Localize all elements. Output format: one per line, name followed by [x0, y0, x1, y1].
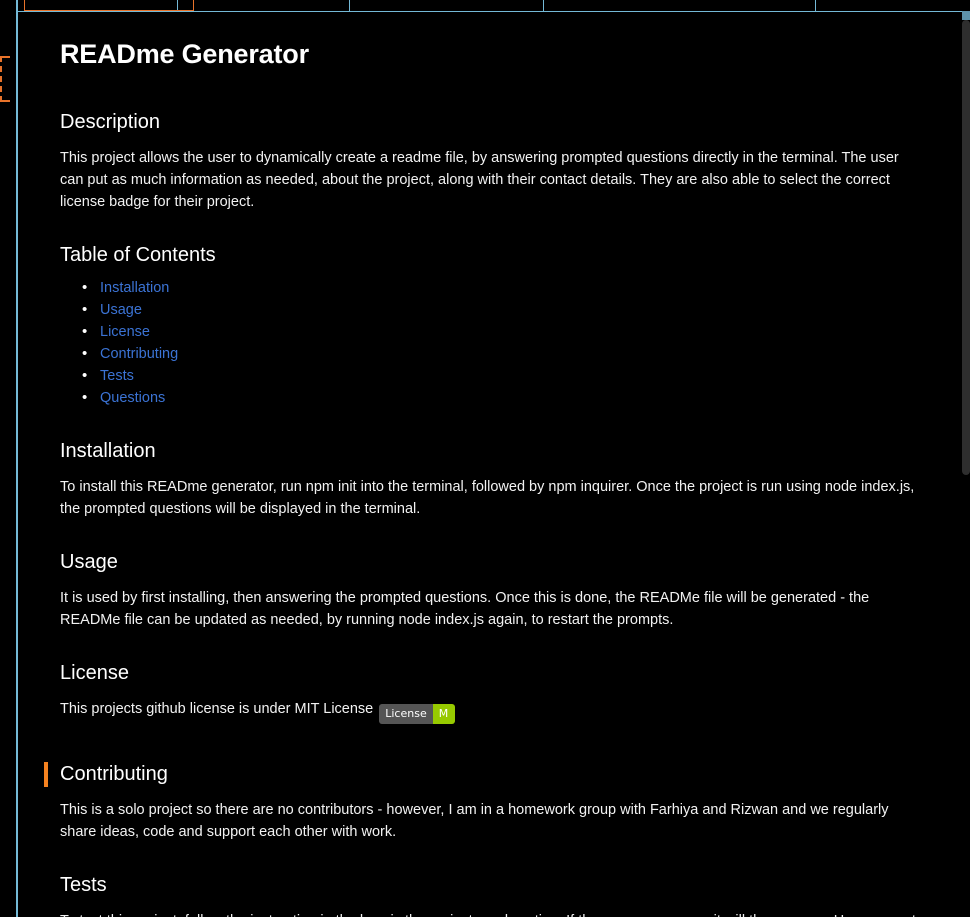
list-item: Tests [82, 365, 916, 387]
paragraph-installation: To install this READme generator, run np… [60, 478, 915, 517]
paragraph-tests: To test this project, follow the instruc… [60, 910, 916, 917]
license-text: This projects github license is under MI… [60, 700, 374, 717]
list-item: Contributing [82, 343, 916, 365]
table-of-contents-list: Installation Usage License Contributing … [60, 277, 916, 409]
readme-preview-pane: READme Generator Description This projec… [18, 12, 962, 917]
paragraph-contributing: This is a solo project so there are no c… [60, 801, 889, 840]
heading-description: Description [60, 110, 161, 133]
heading-table-of-contents: Table of Contents [60, 243, 216, 266]
page-title: READme Generator [60, 39, 309, 69]
list-item: Usage [82, 299, 916, 321]
toc-link-installation[interactable]: Installation [100, 280, 169, 296]
heading-license: License [60, 661, 129, 684]
list-item: Questions [82, 387, 916, 409]
list-item: License [82, 321, 916, 343]
license-badge-label: License [379, 703, 433, 724]
toc-link-usage[interactable]: Usage [100, 302, 142, 318]
license-badge[interactable]: License M [379, 703, 455, 724]
toc-link-questions[interactable]: Questions [100, 390, 165, 406]
toc-link-tests[interactable]: Tests [100, 368, 134, 384]
toc-link-license[interactable]: License [100, 324, 150, 340]
list-item: Installation [82, 277, 916, 299]
heading-tests: Tests [60, 873, 107, 896]
paragraph-description: This project allows the user to dynamica… [60, 149, 899, 210]
selection-marker-dashed [0, 56, 10, 102]
strip-right-nub [962, 11, 970, 20]
vertical-scrollbar[interactable] [962, 20, 970, 917]
heading-contributing: Contributing [44, 761, 916, 787]
scrollbar-thumb[interactable] [962, 20, 970, 475]
heading-usage: Usage [60, 550, 118, 573]
highlighted-cell-outline[interactable] [24, 0, 194, 11]
toc-link-contributing[interactable]: Contributing [100, 346, 178, 362]
paragraph-usage: It is used by first installing, then ans… [60, 589, 870, 628]
license-badge-value: M [432, 703, 455, 724]
paragraph-license: This projects github license is under MI… [60, 698, 916, 724]
heading-installation: Installation [60, 439, 156, 462]
